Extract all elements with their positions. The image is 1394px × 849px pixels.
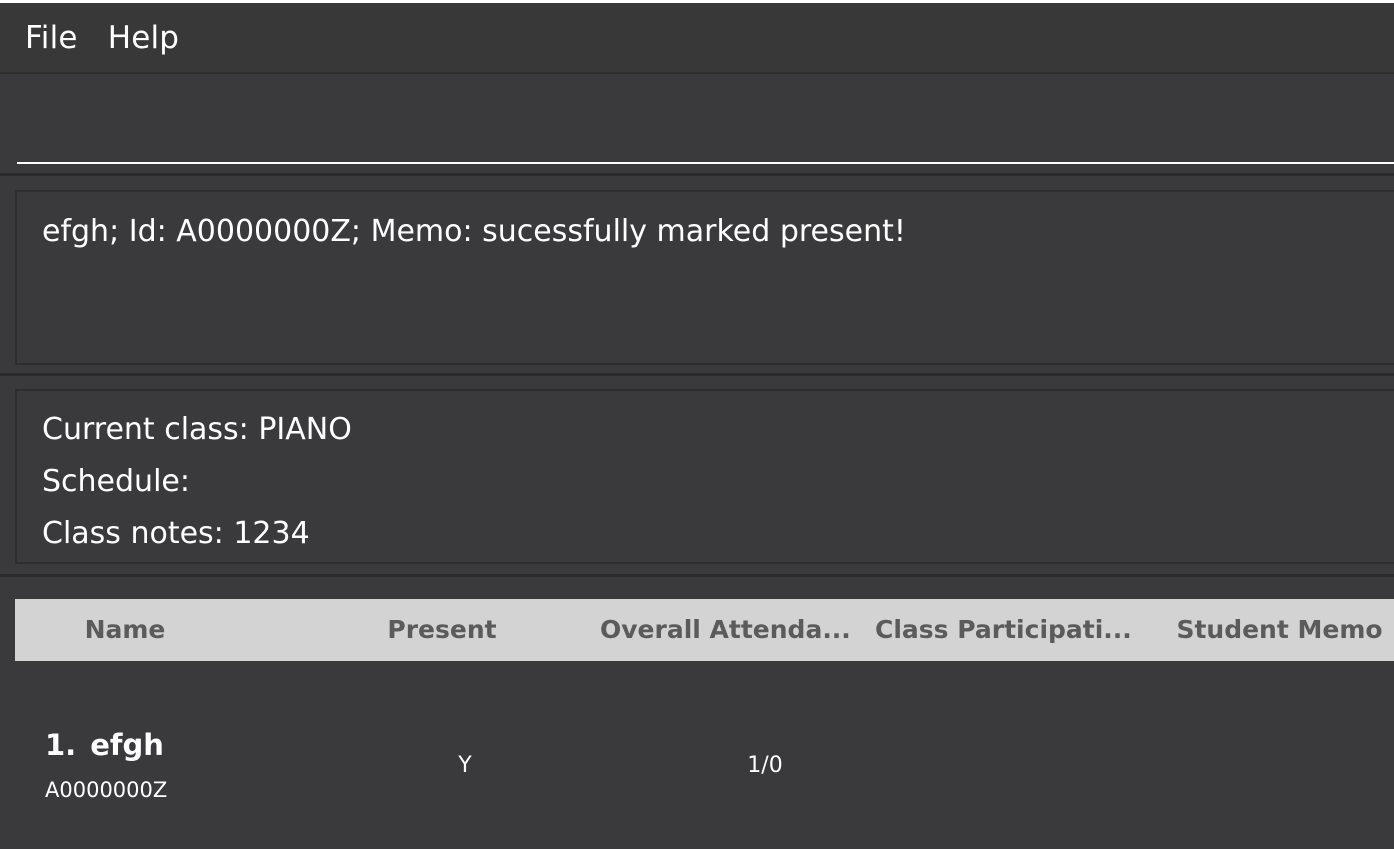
table-row[interactable]: 1. efgh A0000000Z Y 1/0 <box>15 661 1394 849</box>
column-header-present[interactable]: Present <box>362 599 522 661</box>
result-display: efgh; Id: A0000000Z; Memo: sucessfully m… <box>15 190 1394 365</box>
student-name-cell: 1. efgh <box>45 731 164 760</box>
app-window: File Help efgh; Id: A0000000Z; Memo: suc… <box>0 0 1394 849</box>
class-info-panel: Current class: PIANO Schedule: Class not… <box>0 379 1394 577</box>
column-header-overall-attendance[interactable]: Overall Attenda... <box>600 599 851 661</box>
schedule-label: Schedule: <box>42 464 190 499</box>
column-header-student-memo[interactable]: Student Memo <box>1165 599 1394 661</box>
result-message: efgh; Id: A0000000Z; Memo: sucessfully m… <box>42 214 906 249</box>
current-class-label: Current class: PIANO <box>42 412 352 447</box>
class-info-box: Current class: PIANO Schedule: Class not… <box>15 389 1394 564</box>
menu-help[interactable]: Help <box>108 23 179 54</box>
menu-bar: File Help <box>0 3 1394 74</box>
command-box <box>0 76 1394 176</box>
column-header-class-participation[interactable]: Class Participati... <box>875 599 1132 661</box>
overall-attendance-cell: 1/0 <box>747 753 783 778</box>
student-name: efgh <box>90 728 164 762</box>
command-input[interactable] <box>17 94 1394 164</box>
student-id: A0000000Z <box>45 778 168 802</box>
student-table: Name Present Overall Attenda... Class Pa… <box>15 599 1394 849</box>
result-display-panel: efgh; Id: A0000000Z; Memo: sucessfully m… <box>0 180 1394 376</box>
class-notes-label: Class notes: 1234 <box>42 516 310 551</box>
menu-file[interactable]: File <box>25 23 78 54</box>
column-header-name[interactable]: Name <box>15 599 235 661</box>
present-cell: Y <box>458 753 472 778</box>
table-header: Name Present Overall Attenda... Class Pa… <box>15 599 1394 661</box>
row-index: 1. <box>45 728 77 762</box>
